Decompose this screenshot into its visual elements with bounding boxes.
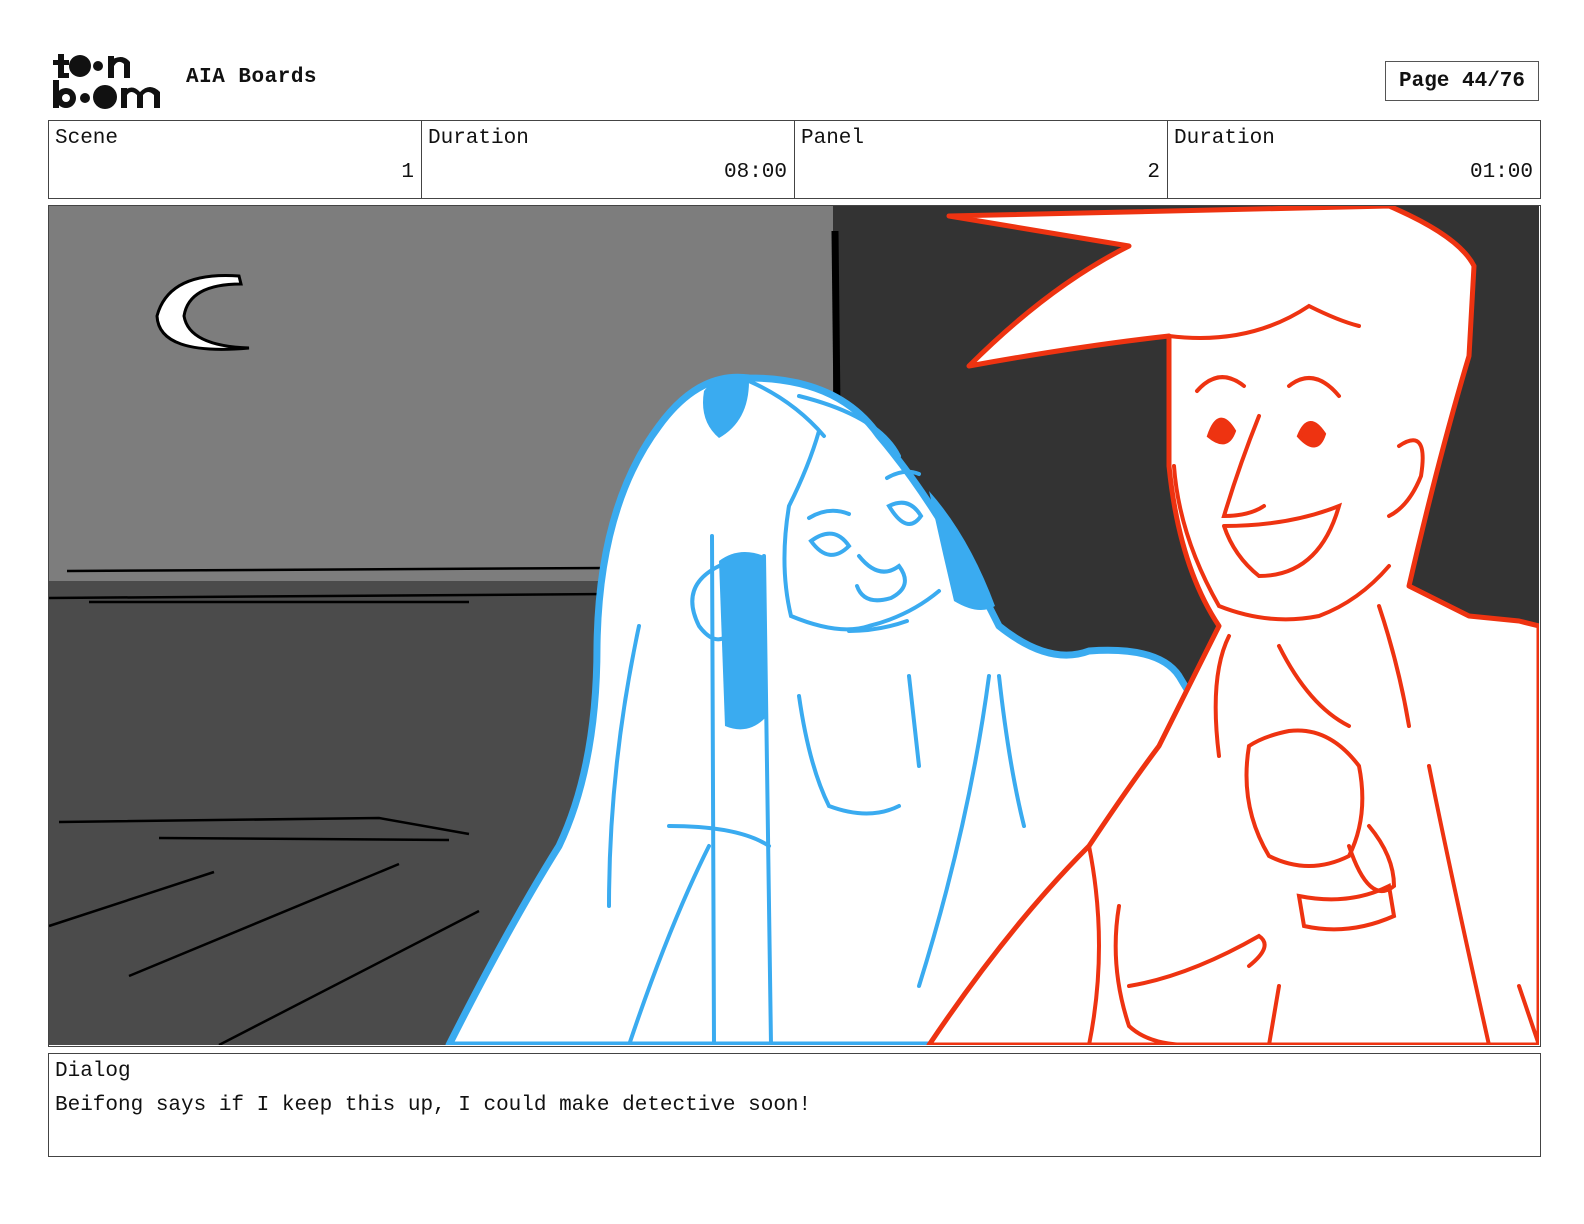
scene-cell: Scene 1 <box>49 121 422 198</box>
scene-duration-cell: Duration 08:00 <box>422 121 795 198</box>
panel-cell: Panel 2 <box>795 121 1168 198</box>
scene-label: Scene <box>55 127 119 150</box>
panel-duration-cell: Duration 01:00 <box>1168 121 1540 198</box>
page-indicator: Page 44/76 <box>1385 61 1539 101</box>
dialog-label: Dialog <box>55 1060 131 1083</box>
panel-value: 2 <box>1147 161 1160 184</box>
scene-duration-value: 08:00 <box>723 161 787 184</box>
scene-info-table: Scene 1 Duration 08:00 Panel 2 Duration … <box>48 120 1541 199</box>
scene-value: 1 <box>401 161 414 184</box>
panel-duration-value: 01:00 <box>1469 161 1533 184</box>
document-title: AIA Boards <box>186 66 318 89</box>
panel-sketch <box>49 206 1539 1045</box>
panel-duration-label: Duration <box>1174 127 1275 150</box>
panel-label: Panel <box>801 127 865 150</box>
dialog-text: Beifong says if I keep this up, I could … <box>55 1094 812 1117</box>
dialog-box: Dialog Beifong says if I keep this up, I… <box>48 1053 1541 1157</box>
storyboard-panel <box>48 205 1541 1047</box>
toon-boom-logo <box>53 54 160 109</box>
scene-duration-label: Duration <box>428 127 529 150</box>
